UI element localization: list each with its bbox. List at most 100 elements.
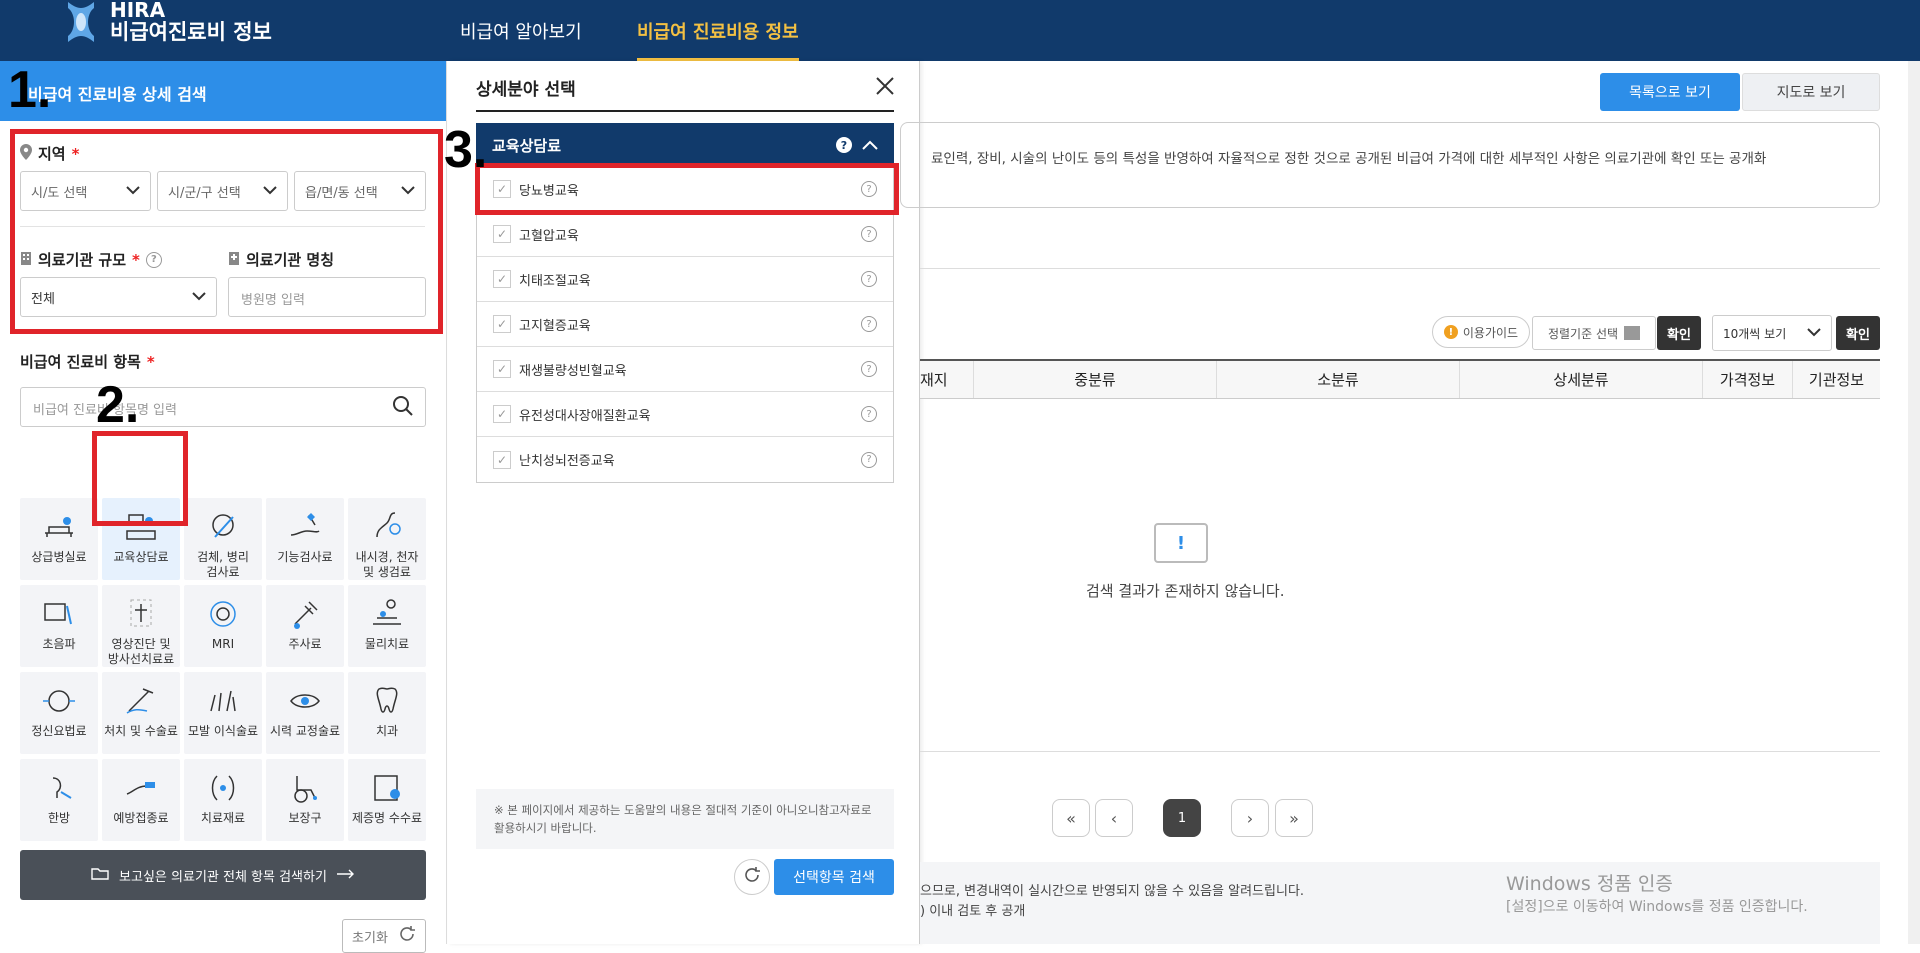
page-scrollbar[interactable] [1908,61,1920,944]
oriental-medicine-icon [41,769,77,807]
category-tile[interactable]: 모발 이식술료 [184,672,262,754]
category-tile[interactable]: 처치 및 수술료 [102,672,180,754]
folder-icon [91,866,109,884]
category-tile[interactable]: 시력 교정술료 [266,672,344,754]
chevron-up-icon[interactable] [862,136,878,154]
detail-item-row[interactable]: ✓ 재생불량성빈혈교육? [477,347,893,392]
logo-line1: HIRA [110,0,166,23]
list-view-button[interactable]: 목록으로 보기 [1600,73,1740,111]
map-view-button[interactable]: 지도로 보기 [1742,73,1880,111]
nav-nonpay-guide[interactable]: 비급여 알아보기 [460,0,582,61]
category-tile[interactable]: 기능검사료 [266,498,344,580]
page-number-button[interactable]: 1 [1163,799,1201,837]
category-tile-label: 내시경, 천자 및 생검료 [355,550,419,579]
surgery-icon [123,682,159,720]
detail-item-label: 치태조절교육 [519,273,591,289]
checkbox[interactable]: ✓ [493,450,511,469]
category-tile[interactable]: 초음파 [20,585,98,667]
top-header: HIRA 비급여진료비 정보 비급여 알아보기 비급여 진료비용 정보 [0,0,1920,61]
detail-item-label: 난치성뇌전증교육 [519,454,615,469]
list-icon [1624,326,1641,340]
category-tile[interactable]: 정신요법료 [20,672,98,754]
close-icon[interactable] [874,75,896,97]
help-icon[interactable]: ? [861,451,877,468]
sort-confirm-button[interactable]: 확인 [1657,316,1701,350]
hair-transplant-icon [205,682,241,720]
detail-item-row[interactable]: ✓ 치태조절교육? [477,257,893,302]
checkbox[interactable]: ✓ [493,270,511,288]
checkbox[interactable]: ✓ [493,225,511,243]
prev-page-button[interactable]: ‹ [1095,799,1133,837]
per-page-select[interactable]: 10개씩 보기 [1712,315,1832,351]
detail-item-label: 고혈압교육 [519,228,579,244]
checkbox[interactable]: ✓ [493,405,511,423]
selected-items-search-button[interactable]: 선택항목 검색 [774,859,894,895]
category-tile-label: 제증명 수수료 [351,811,423,825]
category-tile[interactable]: 물리치료 [348,585,426,667]
item-search-input[interactable]: 비급여 진료비 항목명 입력 [20,387,426,427]
endoscope-icon [369,508,405,546]
column-header: 기관정보 [1808,371,1865,389]
info-notice-box: 료인력, 장비, 시술의 난이도 등의 특성을 반영하여 자율적으로 정한 것으… [900,122,1880,208]
hira-logo[interactable]: HIRA 비급여진료비 정보 [62,0,272,44]
category-tile[interactable]: 치료재료 [184,759,262,841]
detail-item-row[interactable]: ✓ 고지혈증교육? [477,302,893,347]
column-header: 소분류 [1217,361,1460,398]
checkbox[interactable]: ✓ [493,315,511,333]
popup-refresh-button[interactable] [734,859,770,895]
category-tile[interactable]: 한방 [20,759,98,841]
popup-title: 상세분야 선택 [476,80,576,100]
divider [476,110,894,112]
mri-icon [205,595,241,633]
detail-item-row[interactable]: ✓ 유전성대사장애질환교육? [477,392,893,437]
help-icon[interactable]: ? [861,271,877,287]
search-all-items-button[interactable]: 보고싶은 의료기관 전체 항목 검색하기 [20,850,426,900]
category-tile[interactable]: 치과 [348,672,426,754]
injection-icon [287,595,323,633]
checkbox[interactable]: ✓ [493,360,511,378]
category-tile-label: 정신요법료 [31,724,87,738]
psychotherapy-icon [41,682,77,720]
category-tile[interactable]: 검체, 병리 검사료 [184,498,262,580]
reset-button[interactable]: 초기화 [342,919,426,953]
detail-item-row[interactable]: ✓ 난치성뇌전증교육? [477,437,893,482]
column-header: 가격정보 [1703,361,1793,398]
per-page-confirm-button[interactable]: 확인 [1836,316,1880,350]
detail-item-row[interactable]: ✓ 고혈압교육? [477,212,893,257]
ultrasound-icon [41,595,77,633]
category-tile[interactable]: 상급병실료 [20,498,98,580]
category-tile-label: 상급병실료 [31,550,87,564]
user-guide-button[interactable]: ! 이용가이드 [1432,316,1530,348]
help-icon[interactable]: ? [861,316,877,332]
detail-item-label: 유전성대사장애질환교육 [519,408,651,424]
help-icon[interactable]: ? [861,406,877,422]
step-number-3: 3. [444,121,488,179]
category-tile[interactable]: MRI [184,585,262,667]
category-tile-label: 시력 교정술료 [269,724,341,738]
last-page-button[interactable]: » [1275,799,1313,837]
help-note: ※ 본 페이지에서 제공하는 도움말의 내용은 절대적 기준이 아니오니참고자료… [476,789,894,849]
function-test-icon [287,508,323,546]
category-tile-label: MRI [211,637,235,651]
category-tile[interactable]: 영상진단 및 방사선치료료 [102,585,180,667]
category-tile[interactable]: 내시경, 천자 및 생검료 [348,498,426,580]
search-icon[interactable] [392,395,414,421]
help-icon[interactable]: ? [836,137,852,153]
category-tile[interactable]: 보장구 [266,759,344,841]
nav-nonpay-cost-info[interactable]: 비급여 진료비용 정보 [637,0,799,61]
category-tile-label: 영상진단 및 방사선치료료 [107,637,175,666]
radiology-icon [123,595,159,633]
first-page-button[interactable]: « [1052,799,1090,837]
category-accordion-header[interactable]: 교육상담료 ? [476,123,894,167]
category-tile[interactable]: 주사료 [266,585,344,667]
help-icon[interactable]: ? [861,361,877,377]
category-tile[interactable]: 제증명 수수료 [348,759,426,841]
arrow-right-icon [336,868,355,883]
divider [920,751,1880,752]
sort-select[interactable]: 정렬기준 선택 [1532,316,1656,350]
category-tile[interactable]: 예방접종료 [102,759,180,841]
step-number-2: 2. [96,376,140,434]
next-page-button[interactable]: › [1231,799,1269,837]
help-icon[interactable]: ? [861,226,877,242]
detail-item-label: 재생불량성빈혈교육 [519,363,627,379]
